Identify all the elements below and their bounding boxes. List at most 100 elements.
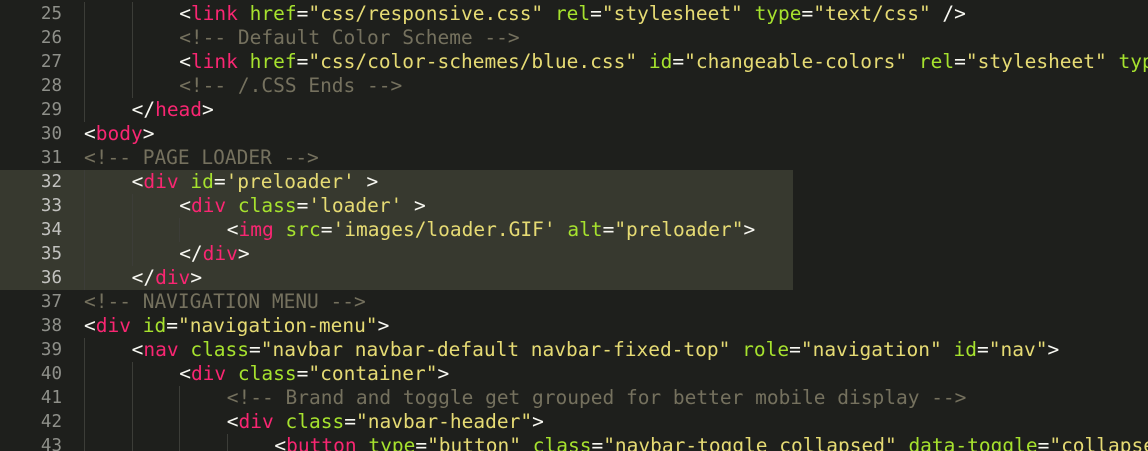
code-line[interactable]: 36 </div> — [0, 266, 793, 290]
attribute-value-token: "navbar navbar-default navbar-fixed-top" — [260, 338, 731, 361]
attribute-name-token: data-toggle — [908, 434, 1038, 451]
punctuation-token: > — [142, 122, 155, 145]
line-number: 35 — [40, 244, 62, 264]
code-text: <!-- /.CSS Ends --> — [179, 74, 402, 98]
tag-name-token: body — [95, 122, 143, 145]
code-text: <div class="navbar-header"> — [227, 410, 544, 434]
code-line[interactable]: 42 <div class="navbar-header"> — [0, 410, 1148, 434]
indent-guide — [179, 434, 181, 451]
line-number: 27 — [40, 52, 62, 72]
code-text: <nav class="navbar navbar-default navbar… — [132, 338, 1060, 362]
code-line[interactable]: 28 <!-- /.CSS Ends --> — [0, 74, 1148, 98]
code-text: <!-- Default Color Scheme --> — [179, 26, 519, 50]
punctuation-token: = — [213, 170, 226, 193]
tag-name-token: div — [143, 170, 179, 193]
code-line[interactable]: 41 <!-- Brand and toggle get grouped for … — [0, 386, 1148, 410]
code-line[interactable]: 27 <link href="css/color-schemes/blue.css… — [0, 50, 1148, 74]
code-text: </head> — [132, 98, 214, 122]
attribute-value-token: "button" — [427, 434, 521, 451]
code-line[interactable]: 31 <!-- PAGE LOADER --> — [0, 146, 1148, 170]
comment-token: <!-- /.CSS Ends --> — [179, 74, 403, 97]
code-text: <!-- NAVIGATION MENU --> — [84, 290, 366, 314]
attribute-value-token: "collapse" — [1049, 434, 1148, 451]
indent-guide — [84, 266, 85, 290]
punctuation-token: = — [415, 434, 428, 451]
line-number: 30 — [40, 124, 62, 144]
punctuation-token: < — [131, 170, 144, 193]
code-line[interactable]: 25 <link href="css/responsive.css" rel="s… — [0, 2, 1148, 26]
punctuation-token: = — [591, 434, 604, 451]
indent-guide — [84, 74, 85, 98]
punctuation-token — [907, 50, 919, 73]
code-line[interactable]: 34 <img src='images/loader.GIF' alt="prel… — [0, 218, 793, 242]
attribute-value-token: "preloader" — [614, 218, 744, 241]
attribute-name-token: alt — [567, 218, 603, 241]
indent-guide — [84, 362, 85, 386]
punctuation-token — [131, 314, 143, 337]
code-line[interactable]: 33 <div class='loader' > — [0, 194, 793, 218]
code-line[interactable]: 37 <!-- NAVIGATION MENU --> — [0, 290, 1148, 314]
line-number: 39 — [40, 340, 62, 360]
punctuation-token: = — [344, 410, 356, 433]
tag-name-token: link — [190, 2, 238, 25]
code-line[interactable]: 26 <!-- Default Color Scheme --> — [0, 26, 1148, 50]
code-line[interactable]: 39 <nav class="navbar navbar-default navb… — [0, 338, 1148, 362]
indent-guide — [131, 194, 133, 218]
code-line[interactable]: 32 <div id='preloader' > — [0, 170, 793, 194]
attribute-name-token: href — [249, 50, 297, 73]
indent-guide — [131, 362, 133, 386]
code-text: <div id='preloader' > — [132, 170, 379, 194]
line-number: 42 — [40, 412, 62, 432]
line-number: 37 — [40, 292, 62, 312]
punctuation-token: > — [437, 362, 450, 385]
attribute-name-token: src — [285, 218, 321, 241]
code-line[interactable]: 43 <button type="button" class="navbar-to… — [0, 434, 1148, 451]
punctuation-token: > — [354, 170, 379, 193]
attribute-name-token: id — [953, 338, 977, 361]
code-text: </div> — [132, 266, 202, 290]
attribute-value-token: "navigation-menu" — [177, 314, 378, 337]
indent-guide — [131, 242, 133, 266]
line-number: 33 — [40, 196, 62, 216]
line-number: 43 — [40, 436, 62, 451]
code-line[interactable]: 29 </head> — [0, 98, 1148, 122]
punctuation-token — [942, 338, 954, 361]
code-line[interactable]: 40 <div class="container"> — [0, 362, 1148, 386]
comment-token: <!-- NAVIGATION MENU --> — [84, 290, 366, 313]
punctuation-token: = — [320, 218, 333, 241]
indent-guide — [131, 434, 133, 451]
line-number: 28 — [40, 76, 62, 96]
punctuation-token: = — [166, 314, 178, 337]
code-line[interactable]: 38 <div id="navigation-menu"> — [0, 314, 1148, 338]
code-text: </div> — [179, 242, 249, 266]
code-line[interactable]: 30 <body> — [0, 122, 1148, 146]
indent-guide — [84, 242, 85, 266]
attribute-name-token: class — [237, 362, 297, 385]
indent-guide — [84, 410, 85, 434]
attribute-name-token: href — [249, 2, 297, 25]
punctuation-token — [179, 338, 191, 361]
comment-token: <!-- Default Color Scheme --> — [179, 26, 520, 49]
attribute-value-token: "css/color-schemes/blue.css" — [308, 50, 638, 73]
punctuation-token: > — [532, 410, 544, 433]
attribute-name-token: type — [754, 2, 802, 25]
tag-name-token: link — [190, 50, 238, 73]
tag-name-token: div — [190, 194, 227, 217]
punctuation-token: > — [402, 194, 426, 217]
tag-name-token: div — [238, 410, 274, 433]
line-number: 34 — [40, 220, 62, 240]
punctuation-token — [226, 362, 238, 385]
punctuation-token: = — [1037, 434, 1050, 451]
code-editor[interactable]: 25 <link href="css/responsive.css" rel="s… — [0, 0, 1148, 451]
punctuation-token: </ — [131, 98, 156, 121]
punctuation-token — [897, 434, 909, 451]
line-number: 32 — [40, 172, 62, 192]
punctuation-token: < — [179, 50, 191, 73]
indent-guide — [131, 50, 133, 74]
punctuation-token: > — [190, 266, 203, 289]
tag-name-token: nav — [143, 338, 179, 361]
code-line[interactable]: 35 </div> — [0, 242, 793, 266]
punctuation-token: < — [179, 2, 191, 25]
attribute-name-token: id — [190, 170, 214, 193]
attribute-value-token: "container" — [308, 362, 438, 385]
